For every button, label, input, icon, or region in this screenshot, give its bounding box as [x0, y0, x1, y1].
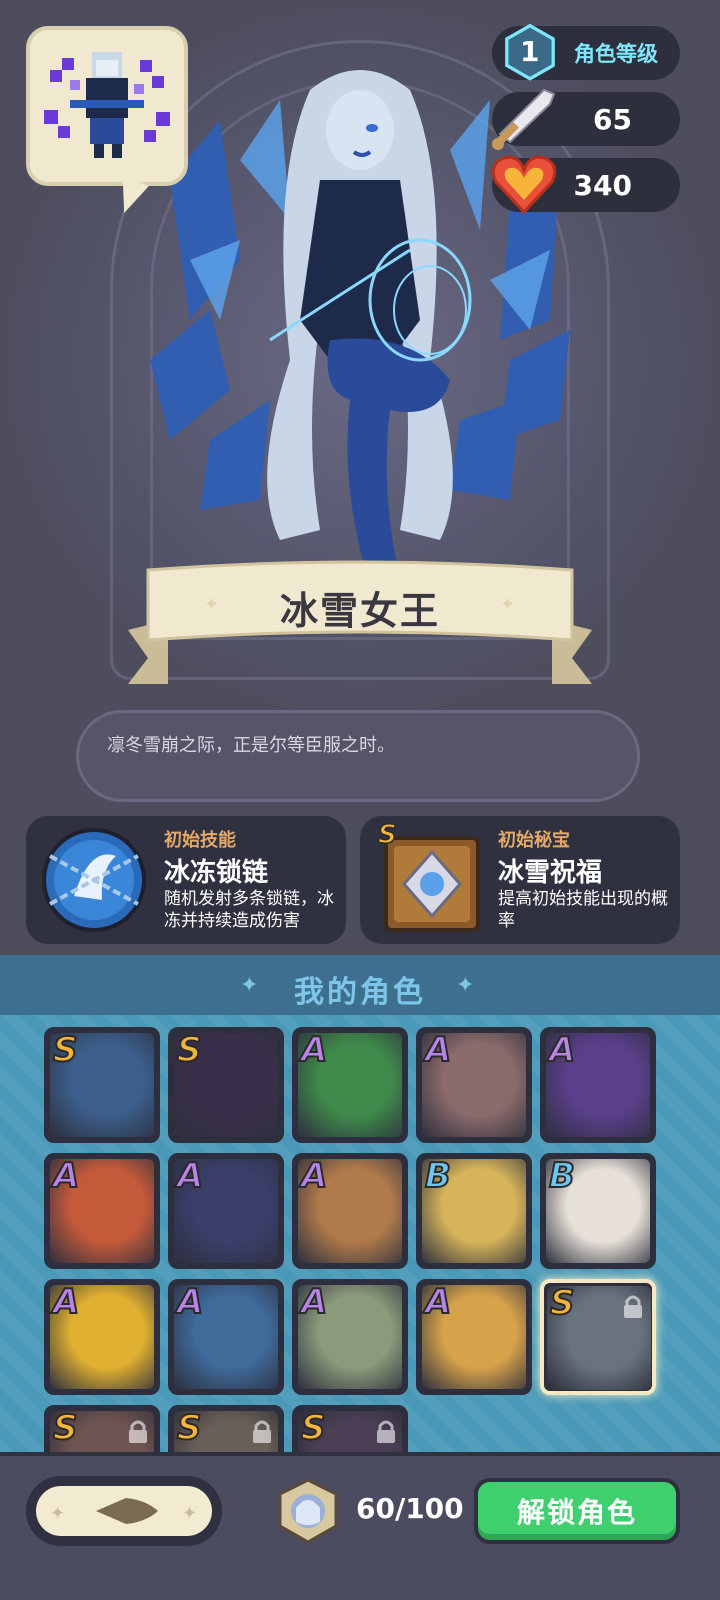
grade-badge: S — [176, 1030, 202, 1071]
character-tile[interactable]: A — [292, 1153, 408, 1269]
grade-badge: A — [300, 1156, 328, 1197]
svg-text:✦: ✦ — [182, 1503, 197, 1524]
starting-skill-card[interactable]: 初始技能 冰冻锁链 随机发射多条锁链，冰冻并持续造成伤害 — [26, 816, 346, 944]
lock-icon — [253, 1420, 271, 1443]
character-tile[interactable]: S — [292, 1405, 408, 1455]
grade-badge: A — [52, 1156, 80, 1197]
lock-icon — [377, 1420, 395, 1443]
character-tile[interactable]: S — [44, 1405, 160, 1455]
skill-caption: 初始技能 — [164, 830, 236, 851]
lock-icon — [129, 1420, 147, 1443]
treasure-description: 提高初始技能出现的概率 — [498, 889, 668, 931]
character-tile[interactable]: A — [292, 1279, 408, 1395]
level-pill: 1 角色等级 — [492, 24, 680, 81]
grade-badge: S — [52, 1408, 78, 1449]
svg-text:✦: ✦ — [50, 1503, 65, 1524]
arrow-emblem-icon: ✦ ✦ — [50, 1498, 197, 1524]
grade-badge: S — [176, 1408, 202, 1449]
grade-badge: B — [548, 1156, 576, 1197]
grade-badge: A — [176, 1282, 204, 1323]
character-tile[interactable]: S — [168, 1027, 284, 1143]
character-tile[interactable]: A — [44, 1153, 160, 1269]
attack-pill: 65 — [492, 88, 680, 150]
unlock-character-button[interactable]: 解锁角色 — [474, 1478, 680, 1544]
grade-badge: A — [424, 1030, 452, 1071]
character-tile[interactable]: A — [168, 1153, 284, 1269]
grade-badge: S — [300, 1408, 326, 1449]
roster-title: 我的角色 — [294, 975, 426, 1010]
treasure-caption: 初始秘宝 — [498, 830, 570, 851]
level-value: 1 — [520, 35, 540, 68]
skill-description: 随机发射多条锁链，冰冻并持续造成伤害 — [164, 889, 334, 931]
frozen-chain-skill-icon — [42, 828, 146, 932]
character-tile[interactable]: A — [168, 1279, 284, 1395]
character-roster-grid: S S A A A A A A B B A A A A S S S S — [0, 1015, 720, 1455]
attack-value: 65 — [593, 102, 632, 136]
character-tile[interactable]: S — [168, 1405, 284, 1455]
roster-header: ✦ 我的角色 ✦ — [0, 955, 720, 1015]
character-tile[interactable]: B — [416, 1153, 532, 1269]
grade-badge: A — [548, 1030, 576, 1071]
starting-treasure-card[interactable]: S 初始秘宝 冰雪祝福 提高初始技能出现的概率 — [360, 816, 680, 944]
character-tile[interactable]: S — [44, 1027, 160, 1143]
grade-badge: A — [300, 1282, 328, 1323]
treasure-name: 冰雪祝福 — [498, 858, 603, 888]
skill-name: 冰冻锁链 — [164, 858, 269, 888]
lock-icon — [624, 1295, 642, 1318]
character-quote: 凛冬雪崩之际，正是尔等臣服之时。 — [107, 735, 395, 756]
quote-box: 凛冬雪崩之际，正是尔等臣服之时。 — [76, 710, 640, 802]
character-tile[interactable]: B — [540, 1153, 656, 1269]
sword-icon — [492, 88, 556, 150]
character-tile[interactable]: A — [416, 1279, 532, 1395]
heart-icon — [491, 155, 557, 215]
character-tile[interactable]: S — [540, 1279, 656, 1395]
name-banner: ✦ ✦ 冰雪女王 — [128, 560, 592, 690]
character-count-icon — [278, 1478, 338, 1544]
grade-badge: S — [549, 1283, 575, 1324]
grade-badge: A — [176, 1156, 204, 1197]
page-selector[interactable]: ✦ ✦ — [26, 1476, 222, 1546]
character-count: 60/100 — [356, 1492, 464, 1525]
grade-badge: A — [424, 1282, 452, 1323]
pixel-avatar-bubble — [26, 26, 188, 186]
grade-badge: A — [52, 1282, 80, 1323]
character-tile[interactable]: A — [292, 1027, 408, 1143]
right-ornament-icon: ✦ — [456, 973, 475, 998]
character-tile[interactable]: A — [44, 1279, 160, 1395]
hp-pill: 340 — [491, 155, 680, 215]
treasure-grade-badge: S — [377, 819, 397, 851]
grade-badge: S — [52, 1030, 78, 1071]
level-label: 角色等级 — [574, 42, 658, 66]
character-tile[interactable]: A — [416, 1027, 532, 1143]
hp-value: 340 — [573, 168, 632, 202]
character-tile[interactable]: A — [540, 1027, 656, 1143]
character-name: 冰雪女王 — [279, 589, 440, 633]
grade-badge: A — [300, 1030, 328, 1071]
pixel-sprite-icon — [44, 52, 170, 158]
page-selector-inner: ✦ ✦ — [36, 1486, 212, 1536]
grade-badge: B — [424, 1156, 452, 1197]
bottom-bar: ✦ ✦ 60/100 解锁角色 — [0, 1452, 720, 1600]
